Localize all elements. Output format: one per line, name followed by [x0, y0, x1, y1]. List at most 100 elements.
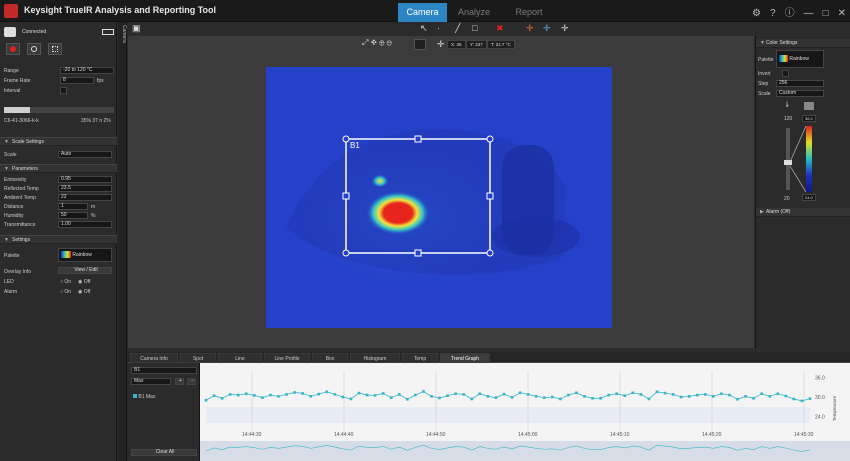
- tab-spot[interactable]: Spot: [180, 353, 216, 363]
- distance-input[interactable]: 1: [58, 203, 88, 210]
- data-point: [687, 395, 691, 398]
- camera-icon[interactable]: [4, 27, 16, 37]
- box-handle[interactable]: [486, 192, 494, 200]
- parameters-header[interactable]: ▼ Parameters: [0, 164, 117, 173]
- box-handle[interactable]: [342, 135, 350, 143]
- nuc-icon: [52, 46, 58, 52]
- scale-bottom-value: 20: [784, 196, 790, 202]
- lo-value-input[interactable]: 24.0: [802, 194, 816, 201]
- data-point: [728, 393, 731, 397]
- spot-icon[interactable]: ·: [437, 23, 440, 33]
- scale-map-lines: [790, 126, 806, 192]
- tab-trend-graph[interactable]: Trend Graph: [440, 353, 490, 363]
- tab-camera[interactable]: Camera: [398, 3, 447, 22]
- settings-header[interactable]: ▼ Settings: [0, 235, 117, 244]
- tab-line-profile[interactable]: Line Profile: [264, 353, 310, 363]
- frame-rate-input[interactable]: 8: [60, 77, 94, 84]
- right-panel: ▼ Color Settings Palette Rainbow Invert S…: [755, 36, 850, 348]
- cursor-y: Y: 237: [466, 40, 487, 49]
- gear-icon[interactable]: ⚙: [752, 8, 761, 19]
- camera-side-tab[interactable]: Camera: [118, 22, 127, 461]
- add-trend-button[interactable]: +: [175, 378, 184, 385]
- zoom-out-icon[interactable]: ⊖: [387, 38, 392, 47]
- alarm-on-radio[interactable]: ○ On: [60, 289, 71, 295]
- reflected-temp-input[interactable]: 23.5: [58, 185, 112, 192]
- led-off-radio[interactable]: ◉ Off: [78, 279, 90, 285]
- tab-analyze[interactable]: Analyze: [447, 3, 501, 22]
- tab-camera-info[interactable]: Camera Info: [130, 353, 178, 363]
- scale-select[interactable]: Auto: [58, 151, 112, 158]
- hi-value-input[interactable]: 36.0: [802, 115, 816, 122]
- right-palette-select[interactable]: Rainbow: [776, 50, 824, 68]
- box-handle[interactable]: [414, 249, 422, 257]
- tab-box[interactable]: Box: [312, 353, 348, 363]
- trend-series-item[interactable]: B1 Max: [133, 394, 155, 400]
- led-on-radio[interactable]: ○ On: [60, 279, 71, 285]
- thermal-image[interactable]: B1: [266, 67, 612, 328]
- clear-all-button[interactable]: Clear All: [131, 449, 197, 456]
- trend-item-select[interactable]: B1: [131, 367, 197, 374]
- data-point: [430, 395, 433, 398]
- save-icon[interactable]: ▣: [132, 23, 141, 34]
- zoom-in-icon[interactable]: ⊕: [379, 38, 384, 47]
- scale-settings-header[interactable]: ▼ Scale Settings: [0, 137, 117, 146]
- box-handle[interactable]: [342, 192, 350, 200]
- alarm-off-radio[interactable]: ◉ Off: [78, 289, 90, 295]
- marker-settings-icon[interactable]: ✛: [561, 23, 569, 34]
- min-marker-icon[interactable]: ✛: [543, 23, 551, 34]
- pan-icon[interactable]: ✥: [371, 38, 377, 47]
- x-tick-label: 14:44:40: [334, 432, 354, 438]
- overlay-edit-button[interactable]: View / Edit: [58, 267, 112, 274]
- remove-trend-button[interactable]: −: [187, 378, 196, 385]
- transmittance-input[interactable]: 1.00: [58, 221, 112, 228]
- trend-stat-select[interactable]: Max: [131, 378, 171, 385]
- view-toolbar: ⤢ ✥ ⊕ ⊖: [362, 38, 392, 50]
- box-handle[interactable]: [342, 249, 350, 257]
- minimize-button[interactable]: —: [804, 8, 814, 19]
- tab-histogram[interactable]: Histogram: [350, 353, 400, 363]
- range-select[interactable]: -20 to 120 °C: [60, 67, 114, 74]
- help-icon[interactable]: ?: [770, 8, 776, 19]
- box-handle[interactable]: [486, 135, 494, 143]
- restore-button[interactable]: □: [823, 8, 829, 19]
- ambient-temp-input[interactable]: 22: [58, 194, 112, 201]
- tab-line[interactable]: Line: [218, 353, 262, 363]
- box-handle[interactable]: [486, 249, 494, 257]
- chevron-right-icon: ▶: [760, 209, 764, 215]
- alarm-label: Alarm: [4, 289, 18, 295]
- palette-select[interactable]: Rainbow: [58, 248, 112, 262]
- left-panel: Connected Range -20 to 120 °C Frame Rate…: [0, 22, 117, 461]
- max-marker-icon[interactable]: ✛: [526, 23, 534, 34]
- humidity-input[interactable]: 50: [58, 212, 88, 219]
- color-hi-swatch[interactable]: [804, 102, 814, 110]
- tab-temp[interactable]: Temp: [402, 353, 438, 363]
- cursor-x: X: 36: [447, 40, 466, 49]
- record-button[interactable]: [6, 43, 20, 55]
- fit-icon[interactable]: ⤢: [362, 38, 368, 47]
- color-settings-header[interactable]: ▼ Color Settings: [756, 39, 850, 48]
- focus-button[interactable]: [27, 43, 41, 55]
- emissivity-input[interactable]: 0.95: [58, 176, 112, 183]
- line-icon[interactable]: ╱: [455, 23, 460, 34]
- data-point: [776, 392, 780, 396]
- nuc-button[interactable]: [48, 43, 62, 55]
- record-icon: [10, 46, 16, 52]
- close-button[interactable]: ✕: [838, 8, 846, 19]
- data-point: [365, 393, 369, 397]
- tab-report[interactable]: Report: [501, 3, 557, 22]
- box-handle[interactable]: [414, 135, 422, 143]
- info-icon[interactable]: ⓘ: [785, 8, 795, 19]
- alarm-header[interactable]: ▶ Alarm (Off): [756, 208, 850, 217]
- trend-chart[interactable]: 14:44:30 14:44:40 14:44:50 14:45:00 14:45:10…: [200, 363, 850, 461]
- data-point: [349, 397, 353, 401]
- invert-checkbox[interactable]: [782, 70, 789, 77]
- right-scale-select[interactable]: Custom: [776, 90, 824, 97]
- data-point: [736, 397, 739, 401]
- data-point: [446, 394, 449, 397]
- step-input[interactable]: 256: [776, 80, 824, 87]
- box-icon[interactable]: □: [472, 23, 477, 33]
- pointer-icon[interactable]: ↖: [420, 23, 428, 34]
- palette-toggle-icon[interactable]: [414, 39, 426, 50]
- interval-checkbox[interactable]: [60, 87, 67, 94]
- delete-icon[interactable]: ✖: [496, 23, 504, 34]
